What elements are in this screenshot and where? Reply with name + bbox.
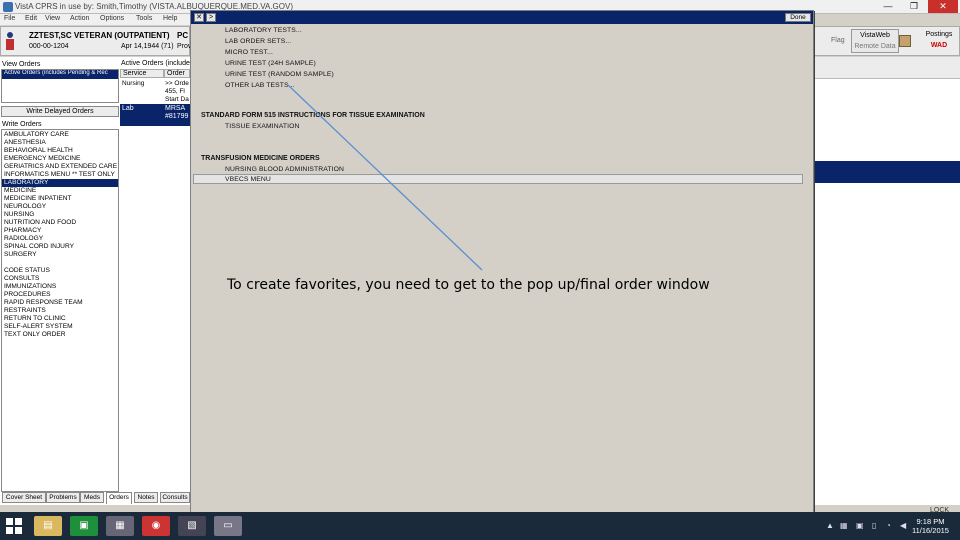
flag-button[interactable]: Flag [831, 37, 845, 44]
tab-orders[interactable]: Orders [106, 492, 132, 504]
active-orders-label: Active Orders (includes [121, 60, 194, 67]
list-item[interactable]: NEUROLOGY [4, 203, 46, 211]
order-line: 455, Fl [165, 88, 185, 95]
patient-dob: Apr 14,1944 (71) [121, 43, 174, 50]
cprs-app-icon [3, 2, 13, 12]
tab-consults[interactable]: Consults [160, 492, 190, 503]
tab-cover-sheet[interactable]: Cover Sheet [2, 492, 46, 503]
vistaweb-button[interactable]: VistaWeb Remote Data [851, 29, 899, 53]
file-explorer-icon[interactable]: ▤ [34, 516, 62, 536]
list-item[interactable]: LABORATORY [2, 179, 118, 187]
write-orders-label: Write Orders [2, 121, 42, 128]
menu-bar: File Edit View Action Options Tools Help [0, 14, 190, 25]
list-item[interactable]: RADIOLOGY [4, 235, 43, 243]
tab-notes[interactable]: Notes [134, 492, 158, 503]
patient-ssn: 000-00-1204 [29, 43, 69, 50]
chrome-icon[interactable]: ◉ [142, 516, 170, 536]
maximize-button[interactable]: ❐ [902, 0, 926, 13]
orders-right-header [814, 57, 960, 79]
tray-volume-icon[interactable]: ◀ [900, 521, 906, 530]
view-orders-selected-item[interactable]: Active Orders (includes Pending & Rec [2, 70, 118, 79]
order-service: Lab [122, 105, 134, 112]
orders-right-panel [814, 57, 960, 505]
column-header-order[interactable]: Order [164, 69, 190, 78]
list-item[interactable]: NUTRITION AND FOOD [4, 219, 76, 227]
list-item[interactable]: SURGERY [4, 251, 37, 259]
list-item[interactable]: CONSULTS [4, 275, 39, 283]
menu-file[interactable]: File [4, 15, 15, 22]
tray-app-icon[interactable]: ▣ [856, 521, 864, 530]
menu-action[interactable]: Action [70, 15, 89, 22]
menu-view[interactable]: View [45, 15, 60, 22]
patient-icon [6, 32, 14, 50]
list-item[interactable]: SPINAL CORD INJURY [4, 243, 74, 251]
list-item[interactable]: GERIATRICS AND EXTENDED CARE [4, 163, 117, 171]
column-header-service[interactable]: Service [120, 69, 164, 78]
menu-options[interactable]: Options [100, 15, 124, 22]
list-item[interactable]: RETURN TO CLINIC [4, 315, 66, 323]
patient-name: ZZTEST,SC VETERAN (OUTPATIENT) [29, 31, 170, 40]
list-item[interactable]: RESTRAINTS [4, 307, 46, 315]
app-icon[interactable]: ▦ [106, 516, 134, 536]
clock-date: 11/16/2015 [912, 526, 949, 535]
list-item[interactable]: NURSING [4, 211, 34, 219]
primary-care-label: PC [177, 31, 189, 40]
list-item[interactable]: MEDICINE [4, 187, 36, 195]
cprs-taskbar-icon[interactable]: ▭ [214, 516, 242, 536]
clock-time: 9:18 PM [916, 517, 945, 526]
reminders-icon[interactable] [899, 35, 911, 47]
order-line: #81799 [165, 113, 189, 120]
remote-data-label: Remote Data [854, 43, 896, 50]
taskbar-clock[interactable]: 9:18 PM 11/16/2015 [912, 517, 949, 535]
store-icon[interactable]: ▣ [70, 516, 98, 536]
write-delayed-orders-button[interactable]: Write Delayed Orders [1, 106, 119, 117]
list-item[interactable]: BEHAVIORAL HEALTH [4, 147, 73, 155]
tab-problems[interactable]: Problems [46, 492, 80, 503]
list-item[interactable]: ANESTHESIA [4, 139, 46, 147]
tab-meds[interactable]: Meds [80, 492, 104, 503]
order-service: Nursing [122, 80, 145, 87]
write-orders-list[interactable]: AMBULATORY CARE ANESTHESIA BEHAVIORAL HEAL… [1, 129, 119, 492]
windows-taskbar: ▤ ▣ ▦ ◉ ▧ ▭ ▲ ▦ ▣ ▯ ◔ ◀ 9:18 PM 11/16/20… [0, 512, 960, 540]
tray-wifi-icon[interactable]: ◔ [886, 521, 891, 530]
tray-network-icon[interactable]: ▦ [840, 521, 848, 530]
patient-selection-bar[interactable]: ZZTEST,SC VETERAN (OUTPATIENT) 000-00-12… [0, 26, 191, 56]
list-item[interactable]: SELF-ALERT SYSTEM [4, 323, 73, 331]
order-menu-dialog: ✕ > Done LABORATORY TESTS... LAB ORDER S… [190, 10, 814, 528]
postings-button[interactable]: Postings WAD [917, 29, 960, 53]
right-toolbar: Flag VistaWeb Remote Data Postings WAD [814, 26, 960, 56]
list-item[interactable]: PROCEDURES [4, 291, 51, 299]
postings-code: WAD [930, 42, 948, 49]
menu-help[interactable]: Help [163, 15, 177, 22]
close-button[interactable]: ✕ [928, 0, 958, 13]
menu-tools[interactable]: Tools [136, 15, 152, 22]
postings-label: Postings [925, 31, 953, 38]
vista-app-icon[interactable]: ▧ [178, 516, 206, 536]
annotation-pointer-line [287, 84, 483, 271]
windows-start-icon[interactable] [6, 518, 22, 534]
list-item[interactable]: EMERGENCY MEDICINE [4, 155, 80, 163]
list-item[interactable]: AMBULATORY CARE [4, 131, 69, 139]
order-line: >> Orde [165, 80, 189, 87]
vistaweb-label: VistaWeb [860, 32, 890, 39]
order-line: MRSA [165, 105, 186, 112]
minimize-button[interactable]: — [876, 0, 900, 13]
table-row[interactable]: Lab MRSA #81799 [120, 104, 190, 126]
list-item[interactable]: INFORMATICS MENU ** TEST ONLY [4, 171, 115, 179]
tray-battery-icon[interactable]: ▯ [872, 521, 876, 530]
annotation-text: To create favorites, you need to get to … [227, 277, 710, 293]
list-item[interactable]: MEDICINE INPATIENT [4, 195, 72, 203]
tray-chevron-icon[interactable]: ▲ [826, 521, 834, 530]
view-orders-label: View Orders [2, 61, 41, 68]
menu-edit[interactable]: Edit [25, 15, 37, 22]
view-orders-list[interactable]: Active Orders (includes Pending & Rec [1, 69, 119, 103]
list-item[interactable]: RAPID RESPONSE TEAM [4, 299, 83, 307]
chart-tabs: Cover Sheet Problems Meds Orders Notes C… [0, 492, 190, 504]
list-item[interactable]: PHARMACY [4, 227, 41, 235]
list-item[interactable]: CODE STATUS [4, 267, 50, 275]
list-item[interactable]: TEXT ONLY ORDER [4, 331, 66, 339]
list-item[interactable]: IMMUNIZATIONS [4, 283, 56, 291]
order-line: Start Da [165, 96, 189, 103]
selected-order-row[interactable] [814, 161, 960, 183]
